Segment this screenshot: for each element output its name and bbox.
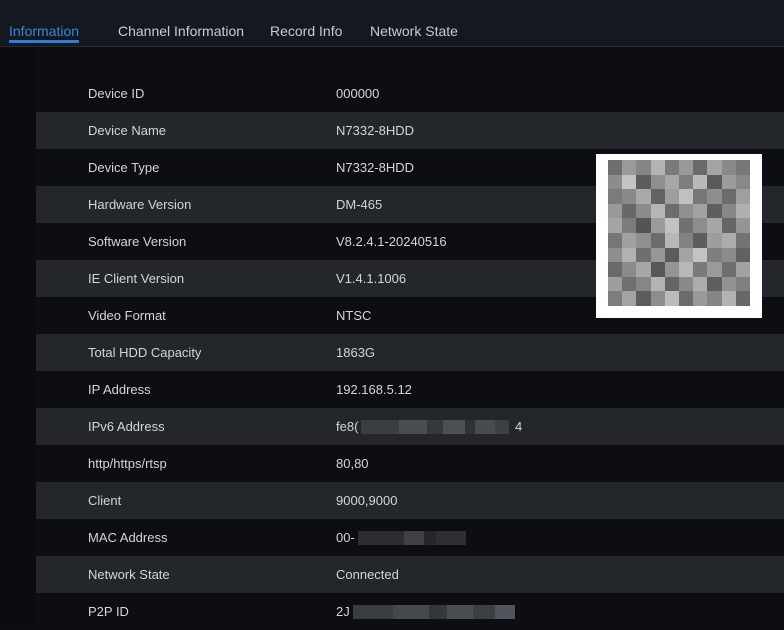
info-value-suffix: 4 xyxy=(515,419,523,434)
info-row-ip-address: IP Address 192.168.5.12 xyxy=(36,371,784,408)
info-label: Total HDD Capacity xyxy=(88,345,202,360)
tab-channel-information[interactable]: Channel Information xyxy=(118,0,244,46)
info-label: Client xyxy=(88,493,122,508)
info-label: Device Type xyxy=(88,160,160,175)
qr-code-image xyxy=(596,154,762,318)
info-label: IPv6 Address xyxy=(88,419,165,434)
info-row-ipv6-address: IPv6 Address fe8( 4 xyxy=(36,408,784,445)
info-value: V8.2.4.1-20240516 xyxy=(336,234,447,249)
info-row-http-https-rtsp: http/https/rtsp 80,80 xyxy=(36,445,784,482)
redaction-mask xyxy=(358,531,466,545)
info-label: Device Name xyxy=(88,123,167,138)
info-value: 00- xyxy=(336,530,355,545)
info-value: Connected xyxy=(336,567,399,582)
info-label: MAC Address xyxy=(88,530,168,545)
info-row-network-state: Network State Connected xyxy=(36,556,784,593)
info-label: Network State xyxy=(88,567,170,582)
info-value: 2J xyxy=(336,604,350,619)
info-value: fe8( xyxy=(336,419,359,434)
info-value: DM-465 xyxy=(336,197,383,212)
info-value: 000000 xyxy=(336,86,380,101)
info-label: IP Address xyxy=(88,382,151,397)
info-label: Device ID xyxy=(88,86,145,101)
left-edge xyxy=(0,47,36,628)
redaction-mask xyxy=(353,605,515,619)
info-row-total-hdd-capacity: Total HDD Capacity 1863G xyxy=(36,334,784,371)
qr-code-pixelated xyxy=(608,160,750,306)
info-row-device-id: Device ID 000000 xyxy=(36,75,784,112)
info-value: N7332-8HDD xyxy=(336,123,415,138)
system-information-screen: Information Channel Information Record I… xyxy=(0,0,784,628)
info-row-device-name: Device Name N7332-8HDD xyxy=(36,112,784,149)
info-label: IE Client Version xyxy=(88,271,185,286)
info-row-p2p-id: P2P ID 2J xyxy=(36,593,784,630)
info-value: 9000,9000 xyxy=(336,493,398,508)
tab-information[interactable]: Information xyxy=(9,0,80,46)
info-value: 192.168.5.12 xyxy=(336,382,412,397)
info-value: V1.4.1.1006 xyxy=(336,271,407,286)
info-label: Video Format xyxy=(88,308,166,323)
info-label: Hardware Version xyxy=(88,197,192,212)
info-value: 80,80 xyxy=(336,456,369,471)
info-value: NTSC xyxy=(336,308,372,323)
info-value: 1863G xyxy=(336,345,376,360)
info-label: Software Version xyxy=(88,234,187,249)
info-row-client: Client 9000,9000 xyxy=(36,482,784,519)
tab-network-state[interactable]: Network State xyxy=(370,0,458,46)
tab-record-info[interactable]: Record Info xyxy=(270,0,342,46)
info-value: N7332-8HDD xyxy=(336,160,415,175)
redaction-mask xyxy=(361,420,509,434)
info-label: P2P ID xyxy=(88,604,129,619)
info-row-mac-address: MAC Address 00- xyxy=(36,519,784,556)
info-label: http/https/rtsp xyxy=(88,456,167,471)
tab-bar: Information Channel Information Record I… xyxy=(0,0,784,47)
